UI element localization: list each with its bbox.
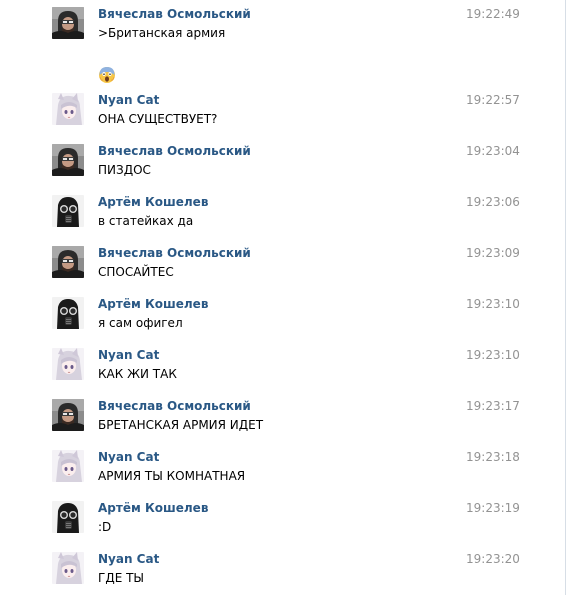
message-text: я сам офигел xyxy=(98,316,183,330)
message-text: >Британская армия xyxy=(98,26,226,40)
message-author[interactable]: Артём Кошелев xyxy=(98,194,208,210)
message-text: ПИЗДОС xyxy=(98,163,151,177)
message-author[interactable]: Вячеслав Осмольский xyxy=(98,143,251,159)
man-in-hood-avatar[interactable] xyxy=(52,246,84,278)
message-timestamp[interactable]: 19:22:49 xyxy=(466,6,520,22)
message-timestamp[interactable]: 19:23:20 xyxy=(466,551,520,567)
message-text: СПОСАЙТЕС xyxy=(98,265,174,279)
message-text: ГДЕ ТЫ xyxy=(98,571,145,585)
message-row: Вячеслав Осмольский 19:23:09 СПОСАЙТЕС xyxy=(0,246,560,286)
message-row: Вячеслав Осмольский 19:23:04 ПИЗДОС xyxy=(0,144,560,184)
message-timestamp[interactable]: 19:23:18 xyxy=(466,449,520,465)
message-timestamp[interactable]: 19:23:17 xyxy=(466,398,520,414)
message-timestamp[interactable]: 19:23:10 xyxy=(466,296,520,312)
gas-mask-avatar[interactable] xyxy=(52,195,84,227)
message-row: Артём Кошелев 19:23:06 в статейках да xyxy=(0,195,560,235)
man-in-hood-avatar[interactable] xyxy=(52,399,84,431)
message-author[interactable]: Вячеслав Осмольский xyxy=(98,245,251,261)
message-timestamp[interactable]: 19:23:19 xyxy=(466,500,520,516)
message-row: Nyan Cat 19:23:10 КАК ЖИ ТАК xyxy=(0,348,560,388)
message-author[interactable]: Артём Кошелев xyxy=(98,500,208,516)
man-in-hood-avatar[interactable] xyxy=(52,144,84,176)
message-text: в статейках да xyxy=(98,214,194,228)
message-text: :D xyxy=(98,520,112,534)
gas-mask-avatar[interactable] xyxy=(52,297,84,329)
message-timestamp[interactable]: 19:23:06 xyxy=(466,194,520,210)
message-author[interactable]: Вячеслав Осмольский xyxy=(98,6,251,22)
screaming-face-emoji xyxy=(98,66,116,84)
message-author[interactable]: Nyan Cat xyxy=(98,347,159,363)
message-timestamp[interactable]: 19:22:57 xyxy=(466,92,520,108)
anime-girl-avatar[interactable] xyxy=(52,348,84,380)
message-text: БРЕТАНСКАЯ АРМИЯ ИДЕТ xyxy=(98,418,264,432)
message-row: Артём Кошелев 19:23:19 :D xyxy=(0,501,560,541)
message-row: Nyan Cat 19:23:18 АРМИЯ ТЫ КОМНАТНАЯ xyxy=(0,450,560,490)
message-timestamp[interactable]: 19:23:10 xyxy=(466,347,520,363)
anime-girl-avatar[interactable] xyxy=(52,93,84,125)
message-row: Артём Кошелев 19:23:10 я сам офигел xyxy=(0,297,560,337)
message-timestamp[interactable]: 19:23:04 xyxy=(466,143,520,159)
message-author[interactable]: Nyan Cat xyxy=(98,551,159,567)
message-row: Nyan Cat 19:23:20 ГДЕ ТЫ xyxy=(0,552,560,592)
message-author[interactable]: Nyan Cat xyxy=(98,449,159,465)
message-author[interactable]: Вячеслав Осмольский xyxy=(98,398,251,414)
message-row: Вячеслав Осмольский 19:23:17 БРЕТАНСКАЯ … xyxy=(0,399,560,439)
message-timestamp[interactable]: 19:23:09 xyxy=(466,245,520,261)
message-author[interactable]: Nyan Cat xyxy=(98,92,159,108)
anime-girl-avatar[interactable] xyxy=(52,552,84,584)
gas-mask-avatar[interactable] xyxy=(52,501,84,533)
message-author[interactable]: Артём Кошелев xyxy=(98,296,208,312)
message-row: Вячеслав Осмольский 19:22:49 >Британская… xyxy=(0,6,560,83)
message-text: ОНА СУЩЕСТВУЕТ? xyxy=(98,112,218,126)
message-row: Nyan Cat 19:22:57 ОНА СУЩЕСТВУЕТ? xyxy=(0,93,560,133)
message-text: КАК ЖИ ТАК xyxy=(98,367,177,381)
anime-girl-avatar[interactable] xyxy=(52,450,84,482)
message-text: АРМИЯ ТЫ КОМНАТНАЯ xyxy=(98,469,246,483)
man-in-hood-avatar[interactable] xyxy=(52,7,84,39)
